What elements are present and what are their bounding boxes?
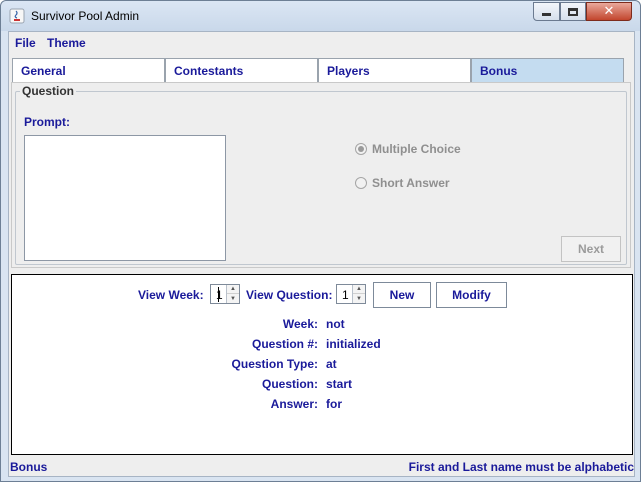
spinner-down-icon[interactable]: ▼ xyxy=(227,294,239,303)
tab-general[interactable]: General xyxy=(12,58,165,82)
close-button[interactable]: ✕ xyxy=(586,2,632,21)
client-area: File Theme General Contestants Players B… xyxy=(8,31,635,477)
status-bar: Bonus First and Last name must be alphab… xyxy=(9,460,634,476)
status-left-text: Bonus xyxy=(10,460,48,474)
multiple-choice-option[interactable]: Multiple Choice xyxy=(355,142,461,156)
minimize-button[interactable] xyxy=(533,2,560,21)
field-row-question-type: Question Type: at xyxy=(12,357,634,373)
bonus-tab-panel: Question Prompt: Multiple Choice Short A… xyxy=(11,82,631,268)
view-week-value: 1 xyxy=(216,288,223,302)
field-row-week: Week: not xyxy=(12,317,634,333)
new-button[interactable]: New xyxy=(373,282,431,308)
minimize-icon xyxy=(542,13,551,16)
spinner-down-icon[interactable]: ▼ xyxy=(353,294,365,303)
window-title: Survivor Pool Admin xyxy=(31,9,140,23)
title-bar[interactable]: Survivor Pool Admin ✕ xyxy=(1,1,640,31)
multiple-choice-radio[interactable] xyxy=(355,143,367,155)
question-group-title: Question xyxy=(20,84,77,98)
java-app-icon xyxy=(9,8,25,24)
field-value: start xyxy=(326,377,353,391)
spinner-up-icon[interactable]: ▲ xyxy=(227,285,239,294)
short-answer-label: Short Answer xyxy=(372,176,450,190)
menu-theme[interactable]: Theme xyxy=(47,36,86,50)
field-row-answer: Answer: for xyxy=(12,397,634,413)
short-answer-option[interactable]: Short Answer xyxy=(355,176,450,190)
multiple-choice-label: Multiple Choice xyxy=(372,142,461,156)
field-row-question: Question: start xyxy=(12,377,634,393)
tab-contestants[interactable]: Contestants xyxy=(165,58,318,82)
field-value: at xyxy=(326,357,337,371)
tab-label: Players xyxy=(327,64,370,78)
question-group: Question Prompt: Multiple Choice Short A… xyxy=(15,84,627,265)
close-icon: ✕ xyxy=(603,4,615,19)
maximize-button[interactable] xyxy=(560,2,586,21)
field-label: Question: xyxy=(262,377,318,391)
field-value: for xyxy=(326,397,342,411)
tab-players[interactable]: Players xyxy=(318,58,471,82)
modify-button[interactable]: Modify xyxy=(436,282,507,308)
view-week-spinner[interactable]: 1 ▲ ▼ xyxy=(210,284,240,304)
view-question-spinner[interactable]: 1 ▲ ▼ xyxy=(336,284,366,304)
short-answer-radio[interactable] xyxy=(355,177,367,189)
field-label: Question Type: xyxy=(231,357,318,371)
field-label: Answer: xyxy=(270,397,318,411)
menu-file[interactable]: File xyxy=(15,36,36,50)
maximize-icon xyxy=(568,7,578,16)
prompt-textarea[interactable] xyxy=(24,135,226,261)
field-row-question-number: Question #: initialized xyxy=(12,337,634,353)
next-button[interactable]: Next xyxy=(561,236,621,262)
tab-label: General xyxy=(21,64,66,78)
field-label: Week: xyxy=(282,317,318,331)
tab-label: Contestants xyxy=(174,64,244,78)
text-caret xyxy=(218,287,219,302)
question-viewer-panel: View Week: 1 ▲ ▼ View Question: 1 ▲ ▼ Ne… xyxy=(11,274,633,455)
menu-bar: File Theme xyxy=(9,32,634,54)
spinner-up-icon[interactable]: ▲ xyxy=(353,285,365,294)
field-label: Question #: xyxy=(251,337,318,351)
status-message: First and Last name must be alphabetic xyxy=(408,460,634,474)
tab-bonus[interactable]: Bonus xyxy=(471,58,624,82)
field-value: initialized xyxy=(326,337,381,351)
view-week-label: View Week: xyxy=(138,288,204,302)
app-window: Survivor Pool Admin ✕ File Theme General… xyxy=(0,0,641,482)
view-question-value: 1 xyxy=(342,288,349,302)
view-question-label: View Question: xyxy=(246,288,333,302)
prompt-label: Prompt: xyxy=(24,115,70,129)
field-value: not xyxy=(326,317,345,331)
tab-label: Bonus xyxy=(480,64,518,78)
